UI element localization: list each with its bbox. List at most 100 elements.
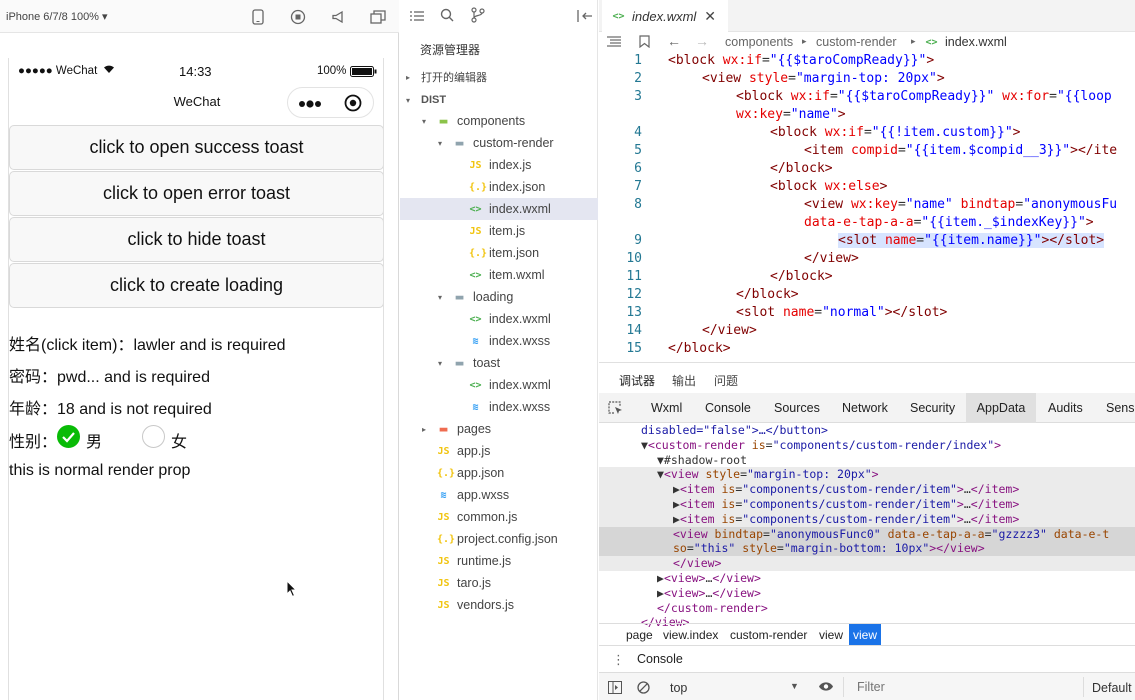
dom-crumb-view[interactable]: view	[819, 628, 843, 642]
panel-tab-audits[interactable]: Audits	[1048, 393, 1083, 423]
dom-node[interactable]: ▶<view>…</view>	[599, 571, 1135, 586]
tree-item[interactable]: ▾ ▬ custom-render	[400, 132, 598, 154]
dist-section[interactable]: ▾ DIST	[400, 89, 598, 111]
tree-item[interactable]: ≋ index.wxss	[400, 396, 598, 418]
tree-item[interactable]: <> index.wxml	[400, 374, 598, 396]
tree-item[interactable]: {.} item.json	[400, 242, 598, 264]
name-item[interactable]: 姓名(click item)：lawler and is required	[9, 331, 286, 355]
dom-token: is	[751, 437, 766, 452]
tab-output[interactable]: 输出	[672, 372, 696, 389]
back-icon[interactable]: ←	[667, 33, 681, 49]
console-drawer-tab[interactable]: Console	[637, 652, 683, 666]
breadcrumb-file[interactable]: index.wxml	[945, 35, 1007, 49]
outline-icon[interactable]	[607, 36, 621, 50]
editor-tab[interactable]: <> index.wxml ✕	[602, 0, 728, 32]
tree-item[interactable]: JS index.js	[400, 154, 598, 176]
tree-item[interactable]: ▾ ▬ toast	[400, 352, 598, 374]
console-filter-input[interactable]	[849, 677, 1079, 697]
tree-item[interactable]: JS runtime.js	[400, 550, 598, 572]
open-editors-section[interactable]: ▸ 打开的编辑器	[400, 66, 598, 88]
dom-node[interactable]: so="this" style="margin-bottom: 10px"></…	[599, 541, 1135, 557]
dom-node[interactable]: ▼<custom-render is="components/custom-re…	[599, 438, 1135, 453]
tab-problems[interactable]: 问题	[714, 372, 738, 389]
tree-item[interactable]: ▸ ▬ pages	[400, 418, 598, 440]
tree-item[interactable]: <> index.wxml	[400, 198, 598, 220]
clear-console-icon[interactable]	[637, 681, 650, 697]
log-levels-select[interactable]: Default	[1092, 681, 1132, 695]
dom-node[interactable]: disabled="false">…</button>	[599, 423, 1135, 438]
open-error-toast-button[interactable]: click to open error toast	[9, 171, 383, 216]
dom-crumb-custom-render[interactable]: custom-render	[730, 628, 807, 642]
source-control-icon[interactable]	[471, 7, 485, 28]
breadcrumb-custom-render[interactable]: custom-render	[816, 35, 897, 49]
tree-item[interactable]: {.} index.json	[400, 176, 598, 198]
tree-item[interactable]: ▾ ▬ components	[400, 110, 598, 132]
bookmark-icon[interactable]	[639, 35, 650, 51]
status-bar: ●●●●● WeChat 14:33 100%	[9, 58, 383, 84]
panel-tab-network[interactable]: Network	[842, 393, 888, 423]
stop-icon[interactable]	[289, 8, 307, 26]
dom-crumb-page[interactable]: page	[626, 628, 653, 642]
code-text: <block wx:if="{{!item.custom}}">	[770, 125, 1020, 140]
list-icon[interactable]	[410, 9, 424, 27]
close-capsule-icon[interactable]	[344, 94, 362, 117]
male-radio[interactable]	[57, 425, 80, 448]
open-success-toast-button[interactable]: click to open success toast	[9, 125, 383, 170]
tree-item[interactable]: JS item.js	[400, 220, 598, 242]
eye-icon[interactable]	[818, 681, 834, 695]
dom-crumb-view-selected[interactable]: view	[849, 624, 882, 646]
context-select[interactable]: top	[670, 681, 687, 695]
more-icon[interactable]	[298, 97, 322, 115]
tree-item[interactable]: JS taro.js	[400, 572, 598, 594]
sidebar-toggle-icon[interactable]	[608, 681, 622, 697]
breadcrumb-components[interactable]: components	[725, 35, 793, 49]
dom-node[interactable]: ▼<view style="margin-top: 20px">	[599, 467, 1135, 483]
console-toolbar: top ▼ Default	[599, 672, 1135, 700]
tree-item[interactable]: JS common.js	[400, 506, 598, 528]
line-number: 1	[634, 53, 642, 68]
tree-item[interactable]: {.} project.config.json	[400, 528, 598, 550]
js-file-icon: JS	[469, 225, 482, 237]
dom-node[interactable]: ▶<item is="components/custom-render/item…	[599, 482, 1135, 498]
tree-item[interactable]: ≋ index.wxss	[400, 330, 598, 352]
hide-toast-button[interactable]: click to hide toast	[9, 217, 383, 262]
forward-icon[interactable]: →	[695, 33, 709, 49]
dom-node[interactable]: ▶<view>…</view>	[599, 586, 1135, 601]
tree-item-label: app.wxss	[457, 488, 510, 502]
window-icon[interactable]	[369, 8, 387, 26]
panel-tab-sensor[interactable]: Sensor	[1106, 393, 1135, 423]
close-icon[interactable]: ✕	[704, 8, 716, 25]
dom-node[interactable]: <view bindtap="anonymousFunc0" data-e-ta…	[599, 526, 1135, 542]
tab-debugger[interactable]: 调试器	[619, 372, 655, 389]
dom-node[interactable]: ▶<item is="components/custom-render/item…	[599, 511, 1135, 527]
tree-item[interactable]: <> index.wxml	[400, 308, 598, 330]
dom-token: "margin-bottom: 10px"	[783, 541, 930, 556]
dom-node[interactable]: </custom-render>	[599, 601, 1135, 616]
panel-tab-wxml[interactable]: Wxml	[651, 393, 682, 423]
dom-node[interactable]: </view>	[599, 556, 1135, 572]
speaker-icon[interactable]	[329, 8, 347, 26]
inspect-icon[interactable]	[608, 401, 623, 418]
phone-icon[interactable]	[249, 8, 267, 26]
tree-item[interactable]: <> item.wxml	[400, 264, 598, 286]
tree-item[interactable]: ▾ ▬ loading	[400, 286, 598, 308]
panel-tab-appdata[interactable]: AppData	[966, 393, 1036, 423]
device-select[interactable]: iPhone 6/7/8 100% ▾	[6, 10, 108, 23]
dom-node[interactable]: ▶<item is="components/custom-render/item…	[599, 497, 1135, 512]
tree-item[interactable]: JS app.js	[400, 440, 598, 462]
tree-item[interactable]: ≋ app.wxss	[400, 484, 598, 506]
debugger-tabs: 调试器 输出 问题	[599, 363, 1135, 393]
dom-node[interactable]: ▼#shadow-root	[599, 453, 1135, 468]
create-loading-button[interactable]: click to create loading	[9, 263, 383, 308]
kebab-menu-icon[interactable]: ⋮	[612, 652, 625, 668]
panel-tab-security[interactable]: Security	[910, 393, 955, 423]
tree-item[interactable]: JS vendors.js	[400, 594, 598, 616]
search-icon[interactable]	[440, 8, 454, 27]
panel-tab-console[interactable]: Console	[705, 393, 751, 423]
female-radio[interactable]	[142, 425, 165, 448]
split-editor-icon[interactable]	[577, 9, 593, 27]
code-token: >	[837, 107, 846, 122]
tree-item[interactable]: {.} app.json	[400, 462, 598, 484]
dom-crumb-view-index[interactable]: view.index	[663, 628, 718, 642]
panel-tab-sources[interactable]: Sources	[774, 393, 820, 423]
